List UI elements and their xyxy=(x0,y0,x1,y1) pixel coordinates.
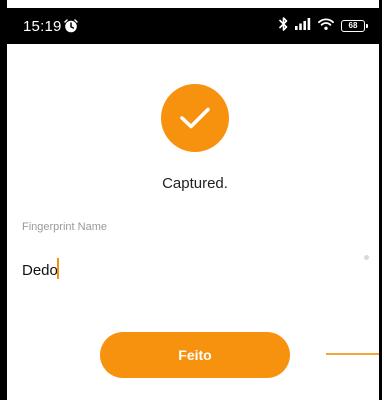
status-icons: 68 xyxy=(279,16,368,36)
signal-icon xyxy=(295,17,311,35)
fingerprint-name-input[interactable] xyxy=(22,258,322,282)
fingerprint-captured-screen: 15:19 68 Captured. Fingerprint Name Dedo… xyxy=(0,0,382,400)
accent-line xyxy=(326,353,379,355)
status-time: 15:19 xyxy=(23,18,62,35)
done-button[interactable]: Feito xyxy=(100,332,290,378)
checkmark-icon xyxy=(161,84,229,152)
status-bar: 15:19 68 xyxy=(7,8,379,44)
top-edge xyxy=(0,0,382,8)
battery-icon: 68 xyxy=(341,20,368,32)
device-frame-left xyxy=(0,0,7,400)
wifi-icon xyxy=(318,17,334,35)
alarm-icon xyxy=(64,19,78,33)
fingerprint-name-label: Fingerprint Name xyxy=(22,221,107,233)
bluetooth-icon xyxy=(279,16,288,36)
text-cursor xyxy=(57,258,59,279)
scroll-indicator xyxy=(364,255,369,260)
capture-status-message: Captured. xyxy=(162,175,228,192)
battery-level: 68 xyxy=(348,21,358,30)
